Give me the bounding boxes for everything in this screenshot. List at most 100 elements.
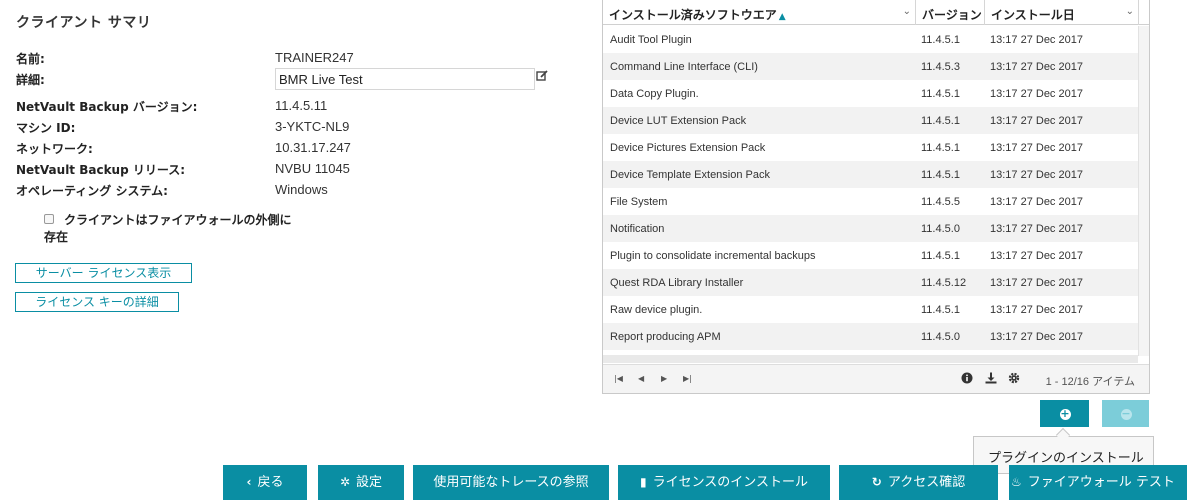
next-page-icon[interactable]: ▶ — [661, 374, 667, 383]
version-cell: 11.4.5.1 — [921, 34, 960, 46]
chevron-left-icon: ‹ — [246, 475, 252, 489]
network-label: ネットワーク: — [16, 142, 93, 156]
gear-icon[interactable] — [1008, 372, 1020, 384]
version-cell: 11.4.5.1 — [921, 115, 960, 127]
column-header-install-date[interactable]: インストール日 ⌄ — [985, 0, 1139, 25]
vertical-scrollbar[interactable] — [1138, 26, 1149, 356]
install-date-cell: 13:17 27 Dec 2017 — [990, 88, 1083, 100]
last-page-icon[interactable]: ▶| — [683, 374, 692, 383]
table-row[interactable]: Plugin to consolidate incremental backup… — [603, 242, 1138, 269]
info-row-network: ネットワーク: 10.31.17.247 — [16, 137, 576, 157]
table-row[interactable]: Device LUT Extension Pack 11.4.5.1 13:17 2… — [603, 107, 1138, 134]
column-header-software-label: インストール済みソフトウエア — [609, 8, 777, 22]
table-row[interactable]: Device Pictures Extension Pack 11.4.5.1 13… — [603, 134, 1138, 161]
chevron-down-icon[interactable]: ⌄ — [1126, 6, 1134, 17]
firewall-test-button-label: ファイアウォール テスト — [1027, 475, 1175, 490]
first-page-icon[interactable]: |◀ — [614, 374, 623, 383]
column-header-version-label: バージョン — [922, 8, 982, 22]
release-label: NetVault Backup リリース: — [16, 163, 186, 177]
horizontal-scrollbar[interactable] — [603, 355, 1138, 363]
install-date-cell: 13:17 27 Dec 2017 — [990, 34, 1083, 46]
software-name-cell: Device LUT Extension Pack — [610, 115, 747, 127]
grid-header: インストール済みソフトウエア ▲ ⌄ バージョン インストール日 ⌄ — [603, 0, 1149, 25]
edit-icon[interactable] — [536, 70, 548, 82]
install-date-cell: 13:17 27 Dec 2017 — [990, 115, 1083, 127]
version-value: 11.4.5.11 — [275, 98, 328, 113]
table-row[interactable]: Audit Tool Plugin 11.4.5.1 13:17 27 Dec 20… — [603, 26, 1138, 53]
info-icon[interactable] — [961, 372, 973, 384]
table-row[interactable]: Notification 11.4.5.0 13:17 27 Dec 2017 — [603, 215, 1138, 242]
check-access-button[interactable]: ↻ アクセス確認 — [839, 465, 998, 500]
install-date-cell: 13:17 27 Dec 2017 — [990, 331, 1083, 343]
install-license-button[interactable]: ▮ ライセンスのインストール — [618, 465, 830, 500]
installed-software-grid: インストール済みソフトウエア ▲ ⌄ バージョン インストール日 ⌄ Audit … — [602, 0, 1150, 394]
version-label: NetVault Backup バージョン: — [16, 100, 198, 114]
firewall-checkbox[interactable] — [44, 214, 54, 224]
back-button[interactable]: ‹ 戻る — [223, 465, 307, 500]
software-name-cell: Device Pictures Extension Pack — [610, 142, 766, 154]
machine-id-value: 3-YKTC-NL9 — [275, 119, 350, 134]
release-value: NVBU 11045 — [275, 161, 350, 176]
server-license-button[interactable]: サーバー ライセンス表示 — [15, 263, 192, 283]
back-button-label: 戻る — [257, 475, 284, 490]
settings-button-label: 設定 — [356, 475, 383, 490]
grid-footer: |◀ ◀ ▶ ▶| 1 - 12/16 アイテム — [603, 364, 1149, 393]
column-header-software[interactable]: インストール済みソフトウエア ▲ ⌄ — [603, 0, 916, 25]
software-name-cell: Raw device plugin. — [610, 304, 703, 316]
sort-ascending-icon: ▲ — [778, 12, 786, 22]
download-icon[interactable] — [985, 372, 997, 384]
install-date-cell: 13:17 27 Dec 2017 — [990, 196, 1083, 208]
firewall-checkbox-label: クライアントはファイアウォールの外側に存在 — [44, 213, 292, 244]
install-date-cell: 13:17 27 Dec 2017 — [990, 142, 1083, 154]
page-title: クライアント サマリ — [16, 15, 152, 31]
table-row[interactable]: Command Line Interface (CLI) 11.4.5.3 13:1… — [603, 53, 1138, 80]
install-date-cell: 13:17 27 Dec 2017 — [990, 169, 1083, 181]
column-header-install-date-label: インストール日 — [991, 8, 1075, 22]
software-name-cell: File System — [610, 196, 668, 208]
info-row-release: NetVault Backup リリース: NVBU 11045 — [16, 158, 576, 178]
info-row-name: 名前: TRAINER247 — [16, 47, 576, 67]
name-value: TRAINER247 — [275, 50, 354, 65]
table-row[interactable]: Device Template Extension Pack 11.4.5.1 13… — [603, 161, 1138, 188]
table-row[interactable]: Data Copy Plugin. 11.4.5.1 13:17 27 Dec 20… — [603, 80, 1138, 107]
install-date-cell: 13:17 27 Dec 2017 — [990, 223, 1083, 235]
refresh-icon: ↻ — [871, 475, 882, 489]
table-row[interactable]: Quest RDA Library Installer 11.4.5.12 13:1… — [603, 269, 1138, 296]
detail-field[interactable]: BMR Live Test — [275, 68, 535, 90]
view-traces-button[interactable]: 使用可能なトレースの参照 — [413, 465, 609, 500]
install-date-cell: 13:17 27 Dec 2017 — [990, 250, 1083, 262]
table-row[interactable]: Raw device plugin. 11.4.5.1 13:17 27 Dec 2… — [603, 296, 1138, 323]
version-cell: 11.4.5.5 — [921, 196, 960, 208]
item-count: 1 - 12/16 アイテム — [1045, 376, 1135, 388]
info-row-version: NetVault Backup バージョン: 11.4.5.11 — [16, 95, 576, 115]
machine-id-label: マシン ID: — [16, 121, 76, 135]
column-header-version[interactable]: バージョン — [916, 0, 985, 25]
version-cell: 11.4.5.1 — [921, 304, 960, 316]
flame-icon: ♨ — [1011, 475, 1022, 489]
firewall-test-button[interactable]: ♨ ファイアウォール テスト — [1009, 465, 1187, 500]
version-cell: 11.4.5.0 — [921, 331, 960, 343]
settings-button[interactable]: ✲ 設定 — [318, 465, 404, 500]
info-row-machine-id: マシン ID: 3-YKTC-NL9 — [16, 116, 576, 136]
table-row[interactable]: Report producing APM 11.4.5.0 13:17 27 Dec… — [603, 323, 1138, 350]
install-date-cell: 13:17 27 Dec 2017 — [990, 61, 1083, 73]
license-key-details-button[interactable]: ライセンス キーの詳細 — [15, 292, 179, 312]
chevron-down-icon[interactable]: ⌄ — [903, 6, 911, 17]
prev-page-icon[interactable]: ◀ — [638, 374, 644, 383]
version-cell: 11.4.5.3 — [921, 61, 960, 73]
plus-circle-icon: + — [1059, 406, 1071, 420]
remove-plugin-button[interactable]: − — [1102, 400, 1149, 427]
check-access-button-label: アクセス確認 — [887, 475, 966, 490]
install-plugin-button[interactable]: + — [1040, 400, 1089, 427]
software-name-cell: Plugin to consolidate incremental backup… — [610, 250, 816, 262]
install-date-cell: 13:17 27 Dec 2017 — [990, 304, 1083, 316]
software-name-cell: Data Copy Plugin. — [610, 88, 699, 100]
gear-icon: ✲ — [339, 475, 351, 489]
software-name-cell: Audit Tool Plugin — [610, 34, 692, 46]
software-name-cell: Command Line Interface (CLI) — [610, 61, 758, 73]
version-cell: 11.4.5.1 — [921, 142, 960, 154]
version-cell: 11.4.5.1 — [921, 88, 960, 100]
version-cell: 11.4.5.0 — [921, 223, 960, 235]
install-date-cell: 13:17 27 Dec 2017 — [990, 277, 1083, 289]
table-row[interactable]: File System 11.4.5.5 13:17 27 Dec 2017 — [603, 188, 1138, 215]
